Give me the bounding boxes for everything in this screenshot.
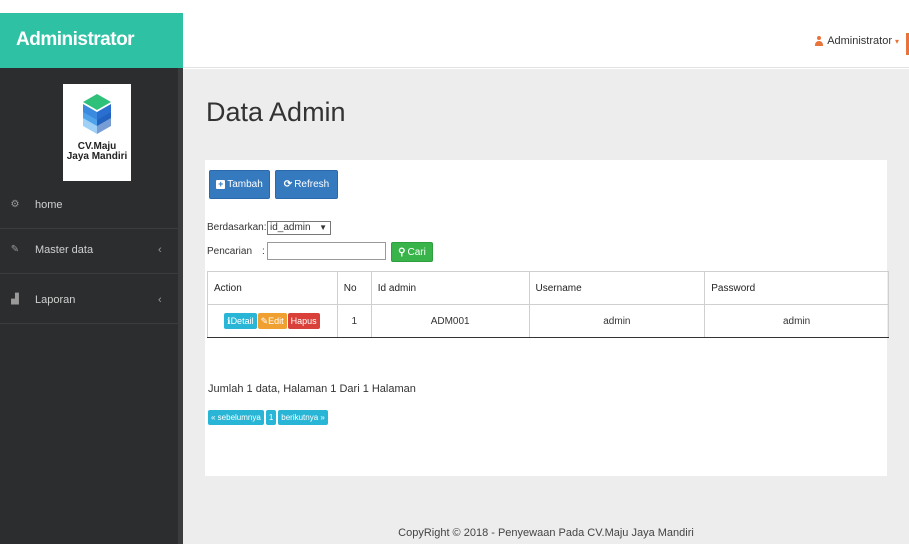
search-colon: : — [262, 246, 265, 257]
detail-button-label: Detail — [230, 316, 254, 326]
column-header-action: Action — [207, 271, 338, 305]
cell-id-admin: ADM001 — [370, 304, 530, 338]
detail-button[interactable]: ℹDetail — [224, 313, 257, 329]
brand-title[interactable]: Administrator — [0, 13, 183, 68]
footer-copyright: CopyRight © 2018 - Penyewaan Pada CV.Maj… — [398, 527, 694, 539]
logo-line-2: Jaya Mandiri — [66, 151, 128, 162]
sidebar-item-master-data[interactable]: ✎ Master data ‹ — [0, 226, 178, 274]
pagination-page[interactable]: 1 — [265, 410, 277, 425]
dashboard-icon: ⚙ — [10, 199, 20, 210]
column-header-username: Username — [528, 271, 706, 305]
edit-icon: ✎ — [10, 244, 20, 255]
pagination: « sebelumnya 1 berikutnya » — [208, 410, 328, 425]
column-header-id-admin: Id admin — [370, 271, 530, 305]
delete-button[interactable]: Hapus — [287, 313, 320, 329]
logo-mark-icon — [83, 94, 111, 134]
search-button-label: Cari — [407, 246, 426, 258]
chevron-left-icon: ‹ — [158, 243, 162, 256]
user-menu-label: Administrator — [827, 35, 892, 47]
table-header-row: Action No Id admin Username Password — [207, 271, 889, 305]
edit-button-label: Edit — [268, 316, 284, 326]
cell-no: 1 — [336, 304, 372, 338]
search-input[interactable] — [267, 242, 386, 260]
top-navbar: Administrator ▾ — [183, 13, 909, 68]
logo-text: CV.Maju Jaya Mandiri — [63, 142, 131, 162]
edit-button[interactable]: ✎Edit — [257, 313, 287, 329]
cell-username: admin — [528, 304, 706, 338]
refresh-button-label: Refresh — [294, 179, 330, 190]
sidebar-item-laporan[interactable]: ▟ Laporan ‹ — [0, 276, 178, 324]
pagination-prev[interactable]: « sebelumnya — [208, 410, 264, 425]
column-header-no: No — [336, 271, 372, 305]
pagination-next[interactable]: berikutnya » — [278, 410, 328, 425]
data-summary: Jumlah 1 data, Halaman 1 Dari 1 Halaman — [208, 383, 416, 395]
caret-down-icon: ▾ — [894, 36, 899, 46]
add-button-label: Tambah — [227, 179, 263, 190]
filter-by-select[interactable]: id_admin ▼ — [267, 221, 331, 235]
sidebar-item-label: home — [35, 198, 63, 211]
sidebar-item-label: Master data — [35, 243, 94, 256]
search-label: Pencarian — [207, 246, 253, 257]
sidebar-item-home[interactable]: ⚙ home — [0, 181, 178, 229]
chart-icon: ▟ — [11, 294, 19, 305]
refresh-icon: ⟳ — [283, 179, 293, 190]
action-cell: ℹDetail ✎Edit Hapus — [207, 304, 338, 338]
admin-table: Action No Id admin Username Password ℹDe… — [207, 271, 889, 338]
sidebar-item-label: Laporan — [35, 293, 76, 306]
user-menu[interactable]: Administrator ▾ — [814, 35, 899, 47]
filter-by-label: Berdasarkan: — [207, 222, 267, 233]
plus-icon: + — [216, 179, 226, 189]
page-title: Data Admin — [206, 97, 346, 127]
search-button[interactable]: ⚲ Cari — [391, 242, 433, 262]
dropdown-arrow-icon: ▼ — [319, 223, 327, 232]
edit-icon: ✎ — [260, 316, 269, 326]
add-button[interactable]: + Tambah — [209, 170, 270, 199]
column-header-password: Password — [704, 271, 889, 305]
filter-by-value: id_admin — [270, 222, 311, 233]
chevron-left-icon: ‹ — [158, 293, 162, 306]
table-row: ℹDetail ✎Edit Hapus 1 ADM001 admin admin — [207, 304, 889, 338]
refresh-button[interactable]: ⟳ Refresh — [275, 170, 338, 199]
top-strip — [0, 0, 909, 13]
user-icon — [814, 36, 824, 46]
cell-password: admin — [704, 304, 889, 338]
company-logo: CV.Maju Jaya Mandiri — [63, 84, 131, 181]
search-icon: ⚲ — [398, 246, 406, 258]
